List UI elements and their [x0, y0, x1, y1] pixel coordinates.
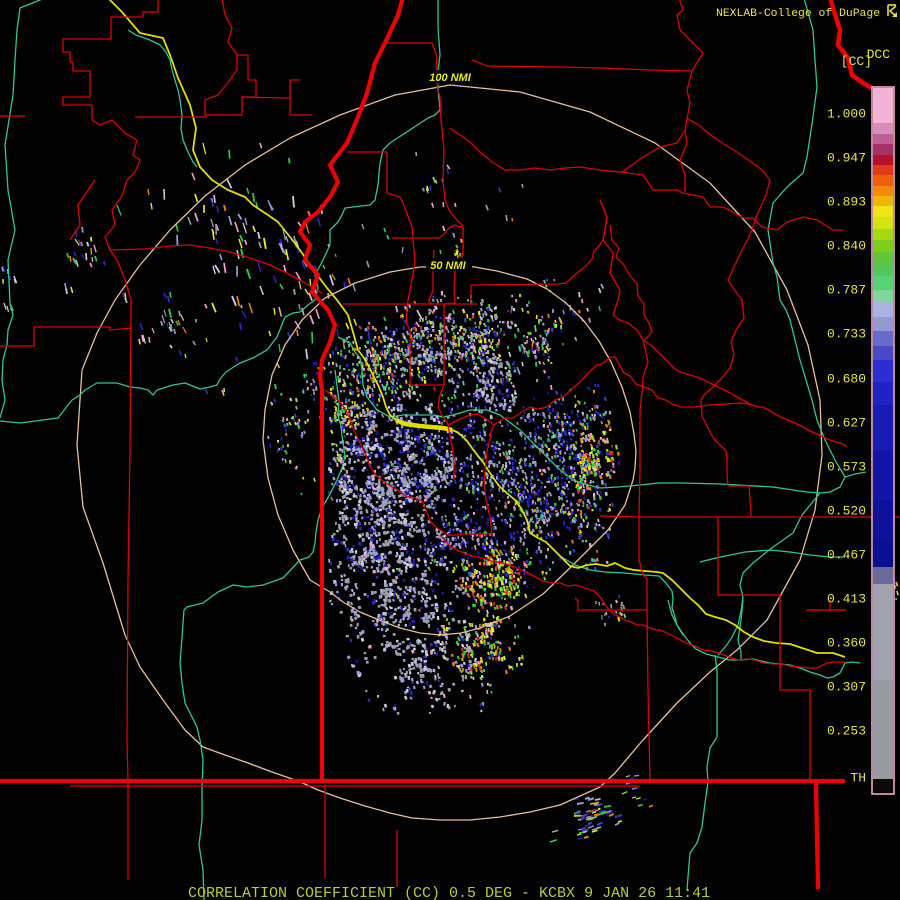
- svg-text:1.000: 1.000: [827, 106, 866, 121]
- svg-text:0.733: 0.733: [827, 326, 866, 341]
- svg-text:100 NMI: 100 NMI: [429, 72, 472, 84]
- svg-text:0.360: 0.360: [827, 635, 866, 650]
- svg-text:0.840: 0.840: [827, 238, 866, 253]
- svg-text:0.893: 0.893: [827, 194, 866, 209]
- svg-text:0.947: 0.947: [827, 150, 866, 165]
- svg-text:0.467: 0.467: [827, 547, 866, 562]
- svg-text:[CC]: [CC]: [841, 54, 872, 69]
- svg-text:0.627: 0.627: [827, 415, 866, 430]
- svg-text:0.573: 0.573: [827, 459, 866, 474]
- svg-text:0.253: 0.253: [827, 723, 866, 738]
- svg-text:CORRELATION COEFFICIENT (CC) 0: CORRELATION COEFFICIENT (CC) 0.5 DEG - K…: [188, 885, 710, 900]
- svg-text:TH: TH: [850, 770, 866, 785]
- svg-text:50 NMI: 50 NMI: [430, 260, 466, 272]
- svg-text:0.307: 0.307: [827, 679, 866, 694]
- svg-text:0.680: 0.680: [827, 371, 866, 386]
- svg-text:0.520: 0.520: [827, 503, 866, 518]
- svg-text:0.787: 0.787: [827, 282, 866, 297]
- svg-text:NEXLAB-College of DuPage: NEXLAB-College of DuPage: [716, 8, 880, 20]
- svg-text:0.413: 0.413: [827, 591, 866, 606]
